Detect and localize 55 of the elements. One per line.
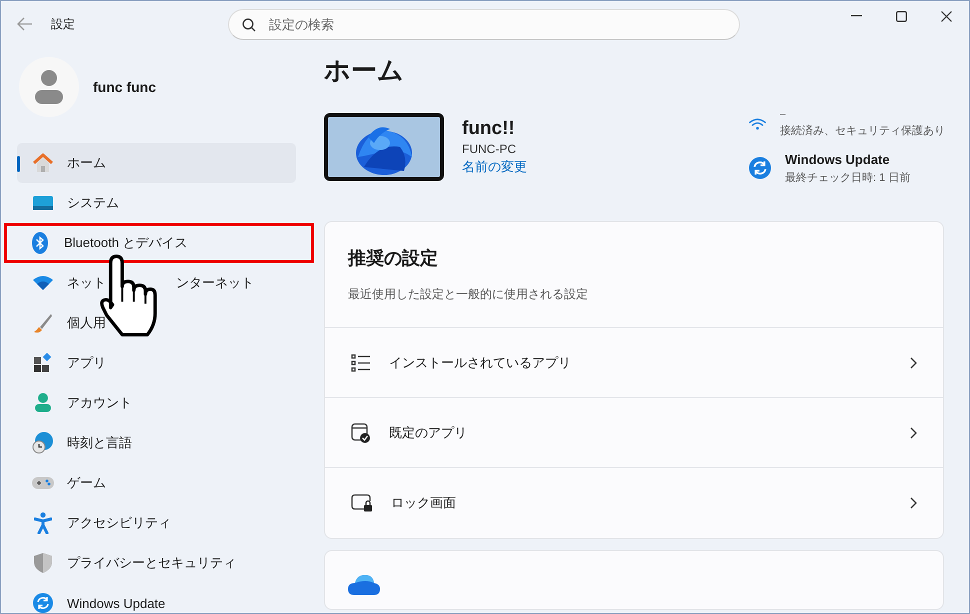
search-icon — [242, 18, 256, 32]
update-icon — [33, 593, 53, 613]
settings-row[interactable]: 既定のアプリ — [325, 398, 943, 468]
list-icon — [351, 354, 371, 372]
user-name: func func — [93, 79, 156, 95]
nav-item[interactable]: Windows Update — [17, 583, 296, 614]
nav-item[interactable]: ホーム — [17, 143, 296, 183]
shield-icon — [34, 553, 52, 573]
close-icon[interactable] — [941, 10, 952, 22]
device-model: FUNC-PC — [462, 142, 517, 156]
nav-item[interactable]: プライバシーとセキュリティ — [17, 543, 296, 583]
nav-item[interactable]: ゲーム — [17, 463, 296, 503]
wifi-icon — [749, 116, 766, 132]
gamepad-icon — [32, 476, 54, 490]
bluetooth-icon — [32, 232, 48, 254]
status-detail: 接続済み、セキュリティ保護あり — [780, 124, 945, 138]
brush-icon — [33, 313, 53, 333]
minimize-icon[interactable] — [851, 15, 862, 17]
nav-item[interactable]: アプリ — [17, 343, 296, 383]
maximize-icon[interactable] — [896, 10, 907, 22]
nav-item[interactable]: ネット ンターネット — [17, 263, 296, 303]
nav-item[interactable]: 時刻と言語 — [17, 423, 296, 463]
page-title: ホーム — [324, 54, 405, 87]
globe-clock-icon — [32, 432, 54, 454]
monitor-icon — [33, 195, 53, 211]
search-field[interactable]: 設定の検索 — [228, 8, 740, 40]
nav-item[interactable]: 個人用 — [17, 303, 296, 343]
chevron-icon — [910, 426, 917, 438]
card-title: 推奨の設定 — [348, 247, 439, 270]
window-title: 設定 — [51, 16, 76, 32]
rename-link[interactable]: 名前の変更 — [462, 158, 527, 176]
apps-icon — [33, 353, 53, 373]
settings-row[interactable]: ロック画面 — [325, 468, 943, 538]
wifi-icon — [33, 275, 53, 291]
window-check-icon — [351, 422, 371, 442]
settings-row[interactable]: インストールされているアプリ — [325, 328, 943, 398]
card-subtitle: 最近使用した設定と一般的に使用される設定 — [348, 286, 589, 303]
cloud-icon — [348, 575, 380, 595]
nav-item[interactable]: アクセシビリティ — [17, 503, 296, 543]
home-icon — [32, 153, 54, 173]
nav-label: ネット — [67, 274, 106, 292]
update-icon — [749, 157, 771, 179]
accessibility-icon — [34, 512, 52, 534]
nav-item[interactable]: Bluetooth とデバイス — [4, 223, 314, 263]
lock-screen-icon — [351, 494, 373, 512]
status-title: Windows Update — [785, 152, 891, 166]
nav-item[interactable]: アカウント — [17, 383, 296, 423]
person-icon — [34, 393, 52, 413]
device-name: func!! — [462, 118, 516, 140]
nav-item[interactable]: システム — [17, 183, 296, 223]
status-detail: 最終チェック日時: 1 日前 — [785, 170, 910, 184]
nav-label: ンターネット — [176, 274, 254, 292]
status-title: – — [780, 110, 787, 120]
chevron-icon — [910, 497, 917, 509]
chevron-icon — [910, 356, 917, 368]
